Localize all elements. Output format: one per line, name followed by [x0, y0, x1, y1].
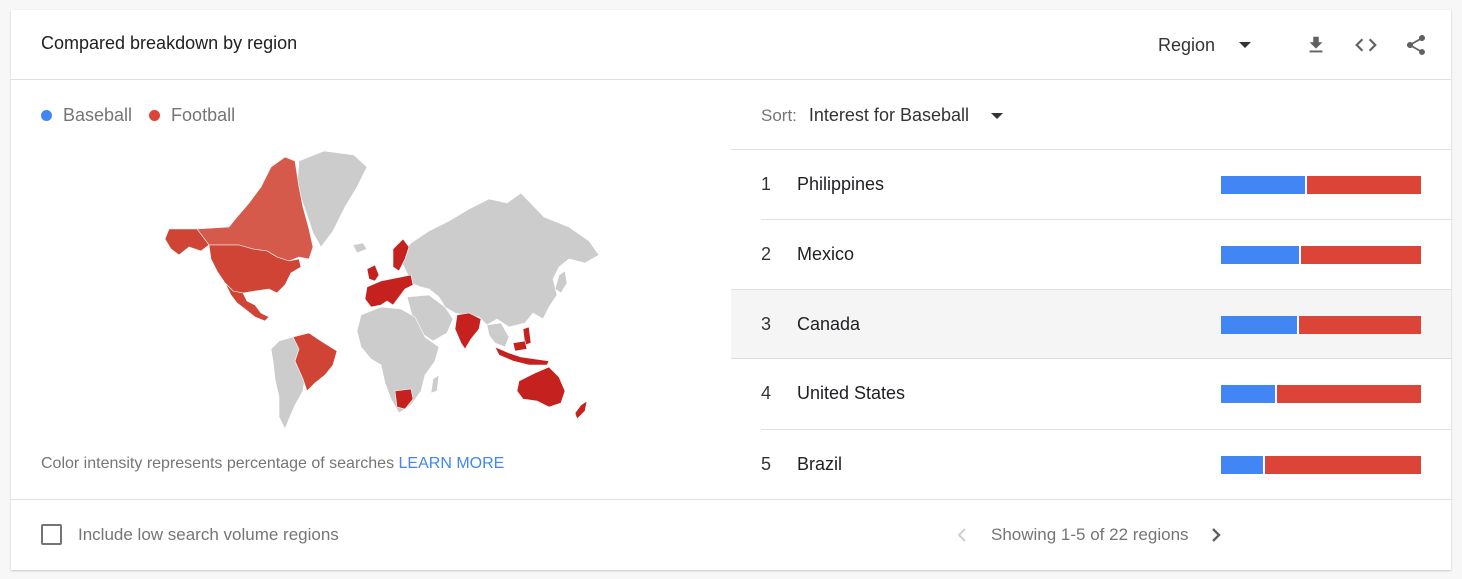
download-button[interactable]: [1303, 32, 1329, 58]
row-rank: 5: [761, 454, 772, 474]
share-icon: [1407, 35, 1425, 55]
map-region-india[interactable]: [454, 312, 482, 350]
table-row[interactable]: 5 Brazil: [761, 429, 1451, 499]
table-row[interactable]: 1 Philippines: [731, 149, 1451, 219]
region-breakdown-card: Compared breakdown by region Region Base…: [11, 10, 1451, 570]
football-dot-icon: [149, 110, 161, 121]
football-bar-segment: [1301, 246, 1421, 264]
legend-label: Baseball: [63, 105, 133, 125]
football-bar-segment: [1307, 176, 1421, 194]
pager-text: Showing 1-5 of 22 regions: [991, 525, 1189, 544]
embed-button[interactable]: [1353, 32, 1379, 58]
row-region-name: Philippines: [797, 174, 885, 194]
footnote-text: Color intensity represents percentage of…: [41, 455, 395, 472]
sort-dropdown[interactable]: Sort: Interest for Baseball: [761, 105, 1003, 126]
card-header: Compared breakdown by region Region: [11, 10, 1451, 80]
embed-code-icon: [1355, 38, 1377, 52]
legend-item-baseball: Baseball: [41, 105, 132, 126]
map-footnote: Color intensity represents percentage of…: [41, 455, 504, 473]
map-region-united-kingdom[interactable]: [366, 264, 380, 282]
resolution-dropdown[interactable]: Region: [1158, 35, 1251, 56]
map-region-australia[interactable]: [516, 366, 566, 408]
comparison-bar: [1221, 246, 1421, 264]
pagination: Showing 1-5 of 22 regions: [951, 524, 1227, 546]
map-panel: Baseball Football Color intensity repres…: [11, 81, 731, 499]
map-region-south-africa[interactable]: [394, 388, 414, 410]
baseball-bar-segment: [1221, 246, 1299, 264]
baseball-dot-icon: [41, 110, 52, 121]
caret-down-icon: [991, 112, 1003, 119]
baseball-bar-segment: [1221, 316, 1297, 334]
comparison-bar: [1221, 456, 1421, 474]
low-volume-checkbox-wrap[interactable]: Include low search volume regions: [41, 524, 339, 545]
football-bar-segment: [1299, 316, 1421, 334]
football-bar-segment: [1265, 456, 1421, 474]
baseball-bar-segment: [1221, 456, 1263, 474]
baseball-bar-segment: [1221, 176, 1305, 194]
map-region-japan[interactable]: [554, 270, 568, 294]
caret-down-icon: [1239, 42, 1251, 48]
chevron-right-icon: [1211, 528, 1221, 542]
row-rank: 2: [761, 244, 772, 264]
map-region-madagascar[interactable]: [430, 374, 440, 394]
low-volume-checkbox[interactable]: [41, 524, 62, 545]
prev-page-button[interactable]: [951, 524, 973, 546]
map-region-se-asia[interactable]: [486, 322, 510, 348]
comparison-bar: [1221, 316, 1421, 334]
row-region-name: Mexico: [797, 244, 855, 264]
row-rank: 1: [761, 174, 772, 194]
ranking-panel: Sort: Interest for Baseball 1 Philippine…: [731, 81, 1451, 499]
card-title: Compared breakdown by region: [41, 33, 298, 53]
map-region-new-zealand[interactable]: [574, 400, 588, 420]
world-map[interactable]: [149, 147, 603, 429]
comparison-bar: [1221, 385, 1421, 403]
header-controls: Region: [1158, 28, 1429, 62]
sort-label: Sort:: [761, 105, 797, 125]
row-rank: 3: [761, 314, 772, 334]
resolution-dropdown-value: Region: [1157, 34, 1215, 55]
chevron-left-icon: [957, 528, 966, 542]
card-footer: Include low search volume regions Showin…: [11, 499, 1451, 570]
sort-value: Interest for Baseball: [808, 105, 969, 125]
baseball-bar-segment: [1221, 385, 1275, 403]
legend-label: Football: [171, 105, 236, 125]
row-region-name: United States: [797, 383, 906, 403]
row-rank: 4: [761, 383, 772, 403]
share-button[interactable]: [1403, 32, 1429, 58]
map-region-iceland[interactable]: [352, 242, 368, 254]
football-bar-segment: [1277, 385, 1421, 403]
next-page-button[interactable]: [1205, 524, 1227, 546]
comparison-bar: [1221, 176, 1421, 194]
table-row[interactable]: 4 United States: [761, 359, 1451, 429]
checkbox-label: Include low search volume regions: [78, 524, 339, 544]
learn-more-link[interactable]: LEARN MORE: [399, 455, 505, 472]
table-row[interactable]: 3 Canada: [731, 289, 1451, 359]
region-list: 1 Philippines 2 Mexico 3 Canada 4 United…: [731, 149, 1451, 499]
row-region-name: Canada: [797, 314, 861, 334]
table-row[interactable]: 2 Mexico: [761, 219, 1451, 289]
map-region-malaysia[interactable]: [512, 340, 528, 352]
legend-item-football: Football: [149, 105, 235, 126]
legend: Baseball Football: [41, 105, 252, 126]
row-region-name: Brazil: [797, 454, 843, 474]
download-icon: [1309, 36, 1323, 53]
